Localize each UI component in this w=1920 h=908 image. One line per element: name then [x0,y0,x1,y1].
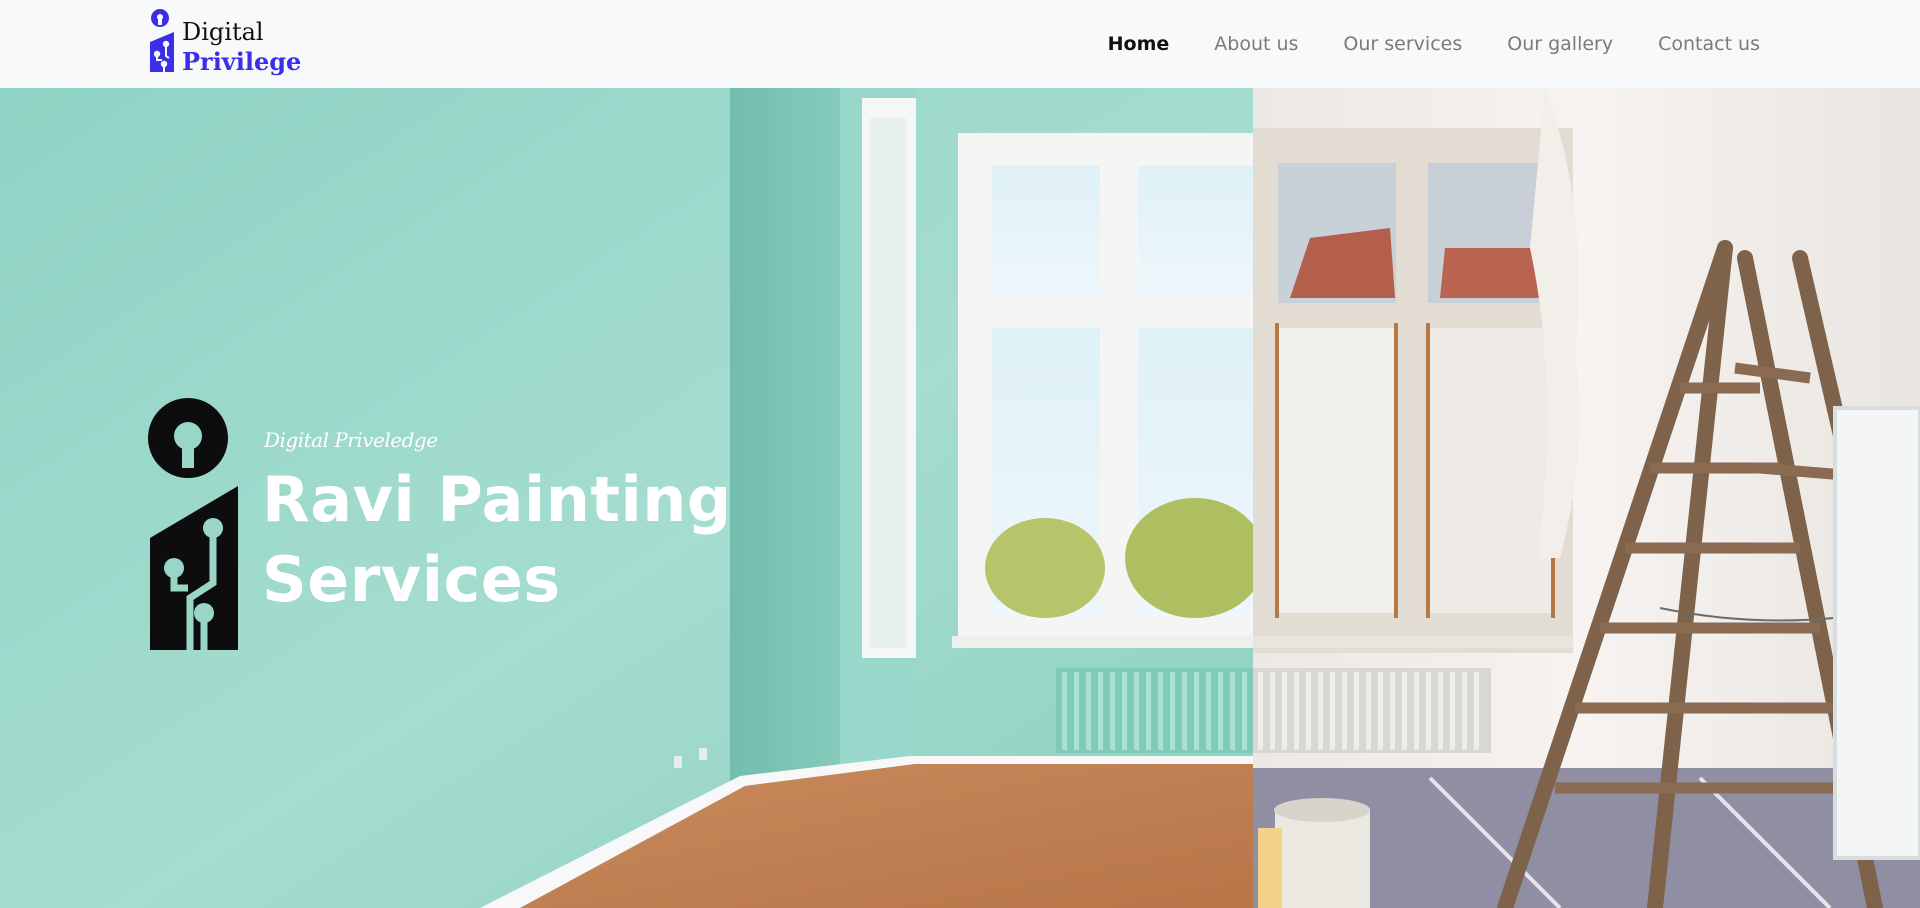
nav-link-our-services[interactable]: Our services [1343,33,1462,55]
hero-banner: Digital Priveledge Ravi Painting Service… [0,88,1920,908]
digital-privilege-emblem-icon [148,398,238,650]
nav-link-contact-us[interactable]: Contact us [1658,33,1760,55]
nav-link-about-us[interactable]: About us [1214,33,1298,55]
hero-title-line2: Services [262,543,561,616]
main-nav: Home About us Our services Our gallery C… [1063,0,1760,88]
brand-name-line2: Privilege [182,47,302,76]
hero-tagline: Digital Priveledge [264,428,438,452]
nav-link-home[interactable]: Home [1108,33,1170,55]
brand-name-line1: Digital [182,18,264,46]
brand-mark-icon [150,9,174,72]
nav-link-our-gallery[interactable]: Our gallery [1507,33,1613,55]
hero-title-line1: Ravi Painting [262,463,732,536]
brand-logo-link[interactable]: Digital Privilege [148,8,302,78]
navbar: Digital Privilege Home About us Our serv… [0,0,1920,88]
hero-title: Ravi Painting Services [262,460,732,620]
